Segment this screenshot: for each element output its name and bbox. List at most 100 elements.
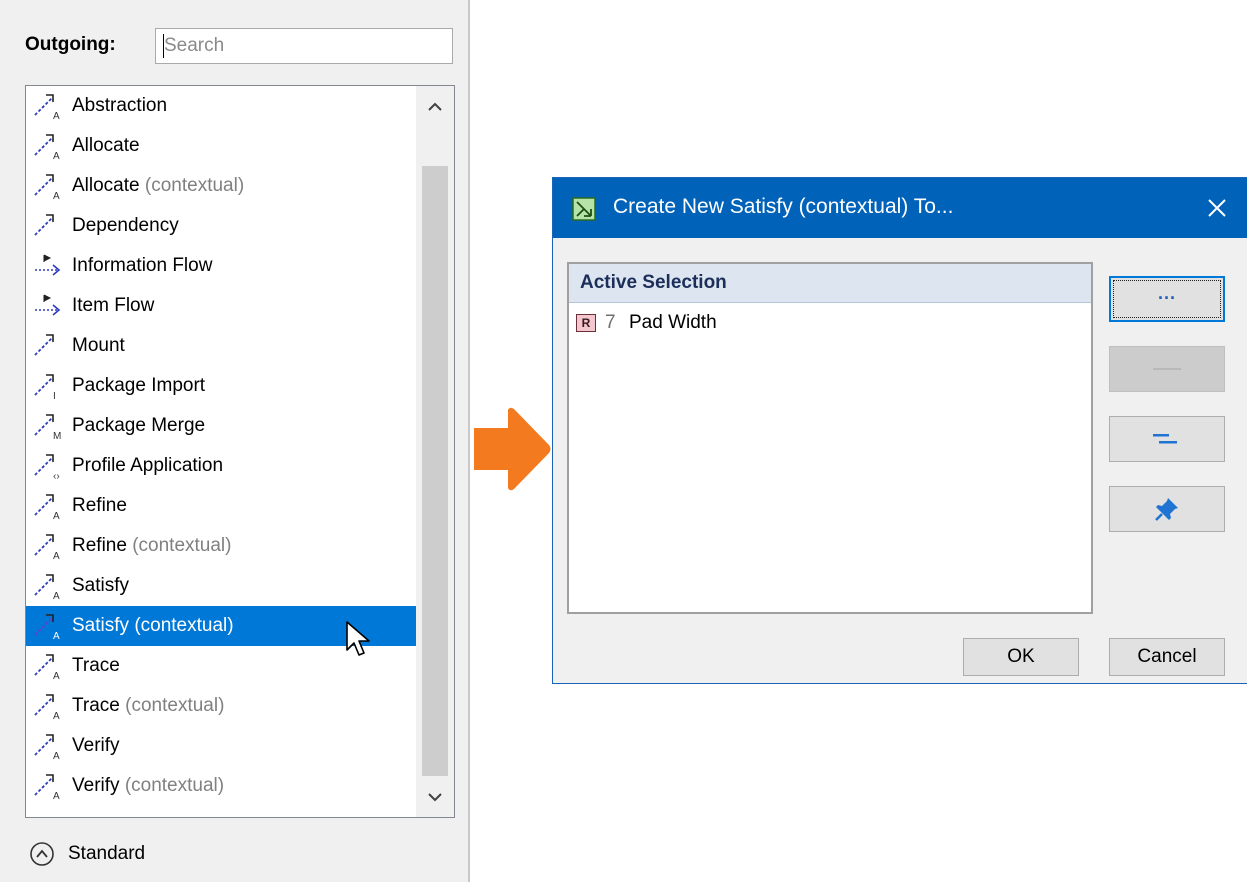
svg-text:A: A <box>53 111 60 122</box>
svg-text:A: A <box>53 511 60 522</box>
list-item-label: Allocate <box>72 135 140 156</box>
mount-icon <box>34 334 54 356</box>
list-item[interactable]: A Verify (contextual) <box>26 766 416 806</box>
trace-icon: A <box>34 694 60 722</box>
allocate-icon: A <box>34 134 60 162</box>
package-import-icon: I <box>34 374 56 402</box>
close-button[interactable] <box>1199 188 1235 228</box>
svg-text:A: A <box>53 551 60 562</box>
list-item-label: Refine <box>72 495 127 516</box>
svg-text:A: A <box>53 591 60 602</box>
list-item[interactable]: A Allocate <box>26 126 416 166</box>
dialog-title: Create New Satisfy (contextual) To... <box>613 195 954 218</box>
requirement-number: 7 <box>605 312 616 333</box>
apply-filter-button[interactable] <box>1109 416 1225 462</box>
list-item[interactable]: M Package Merge <box>26 406 416 446</box>
list-item[interactable]: A Satisfy <box>26 566 416 606</box>
mouse-pointer-icon <box>346 621 370 656</box>
list-item-label: Profile Application <box>72 455 224 476</box>
requirement-icon: R <box>576 314 596 332</box>
list-item-label: Dependency <box>72 215 179 236</box>
active-selection-header: Active Selection <box>569 264 1091 303</box>
chevron-up-icon <box>428 102 442 111</box>
vertical-scrollbar[interactable] <box>416 86 454 817</box>
active-selection-list[interactable]: Active Selection R 7 Pad Width <box>567 262 1093 614</box>
scroll-down-button[interactable] <box>416 777 454 817</box>
minus-icon <box>1153 368 1181 370</box>
browse-button[interactable]: ··· <box>1109 276 1225 322</box>
satisfy-icon: A <box>34 614 60 642</box>
svg-text:I: I <box>53 391 56 402</box>
list-item-label: Verify <box>72 775 120 796</box>
pin-icon <box>1155 498 1178 521</box>
collapse-circle-icon <box>30 842 54 866</box>
list-item[interactable]: A Trace (contextual) <box>26 686 416 726</box>
svg-text:M: M <box>53 431 61 442</box>
list-item[interactable]: Mount <box>26 326 416 366</box>
list-item[interactable]: I Package Import <box>26 366 416 406</box>
list-item-label: Refine <box>72 535 127 556</box>
satisfy-dialog-icon <box>572 197 596 221</box>
dialog-titlebar[interactable]: Create New Satisfy (contextual) To... <box>553 178 1247 238</box>
remove-button[interactable] <box>1109 346 1225 392</box>
list-item[interactable]: R 7 Pad Width <box>569 303 1091 343</box>
information-flow-icon <box>35 254 61 276</box>
relationship-list[interactable]: A Abstraction A Allocate A Allocate (contextu… <box>25 85 455 818</box>
svg-text:A: A <box>53 151 60 162</box>
ok-button[interactable]: OK <box>963 638 1079 676</box>
list-item[interactable]: Item Flow <box>26 286 416 326</box>
trace-icon: A <box>34 654 60 682</box>
list-item[interactable]: ‹› Profile Application <box>26 446 416 486</box>
dependency-icon <box>34 214 54 236</box>
ellipsis-icon: ··· <box>1158 288 1176 308</box>
item-flow-icon <box>35 294 61 316</box>
verify-icon: A <box>34 734 60 762</box>
list-item-label: Package Import <box>72 375 206 396</box>
list-item[interactable]: A Abstraction <box>26 86 416 126</box>
list-item-label: Package Merge <box>72 415 206 436</box>
svg-text:‹›: ‹› <box>53 471 60 482</box>
scroll-up-button[interactable] <box>416 86 454 126</box>
abstraction-icon: A <box>34 94 60 122</box>
search-input[interactable] <box>155 28 453 64</box>
relationship-list-items: A Abstraction A Allocate A Allocate (contextu… <box>26 86 416 806</box>
list-item[interactable]: A Refine <box>26 486 416 526</box>
chevron-down-icon <box>428 793 442 802</box>
list-item[interactable]: A Refine (contextual) <box>26 526 416 566</box>
list-item-label: Abstraction <box>72 95 168 116</box>
orange-arrow-icon <box>474 407 551 491</box>
list-item[interactable]: Information Flow <box>26 246 416 286</box>
svg-text:A: A <box>53 791 60 802</box>
svg-text:A: A <box>53 191 60 202</box>
requirement-name: Pad Width <box>629 312 717 333</box>
profile-application-icon: ‹› <box>34 454 60 482</box>
package-merge-icon: M <box>34 414 61 442</box>
list-item-label: Mount <box>72 335 125 356</box>
list-item-label: Satisfy <box>72 615 130 636</box>
svg-text:A: A <box>53 711 60 722</box>
pin-button[interactable] <box>1109 486 1225 532</box>
satisfy-icon: A <box>34 574 60 602</box>
list-item[interactable]: A Allocate (contextual) <box>26 166 416 206</box>
list-item-suffix: (contextual) <box>134 615 234 636</box>
list-item-label: Trace <box>72 655 120 676</box>
list-item[interactable]: A Verify <box>26 726 416 766</box>
scroll-thumb[interactable] <box>422 166 448 776</box>
list-item-label: Verify <box>72 735 120 756</box>
list-item-label: Trace <box>72 695 120 716</box>
list-item[interactable]: Dependency <box>26 206 416 246</box>
create-relationship-dialog: Create New Satisfy (contextual) To... Ac… <box>552 177 1247 684</box>
equals-icon <box>1153 434 1177 444</box>
list-item-label: Item Flow <box>72 295 155 316</box>
text-caret <box>163 34 164 58</box>
allocate-icon: A <box>34 174 60 202</box>
cancel-button[interactable]: Cancel <box>1109 638 1225 676</box>
list-item-suffix: (contextual) <box>132 535 232 556</box>
svg-text:A: A <box>53 671 60 682</box>
verify-icon: A <box>34 774 60 802</box>
list-item-label: Allocate <box>72 175 140 196</box>
close-icon <box>1208 199 1226 217</box>
svg-text:A: A <box>53 631 60 642</box>
standard-label: Standard <box>68 843 146 864</box>
list-item-suffix: (contextual) <box>124 775 225 796</box>
